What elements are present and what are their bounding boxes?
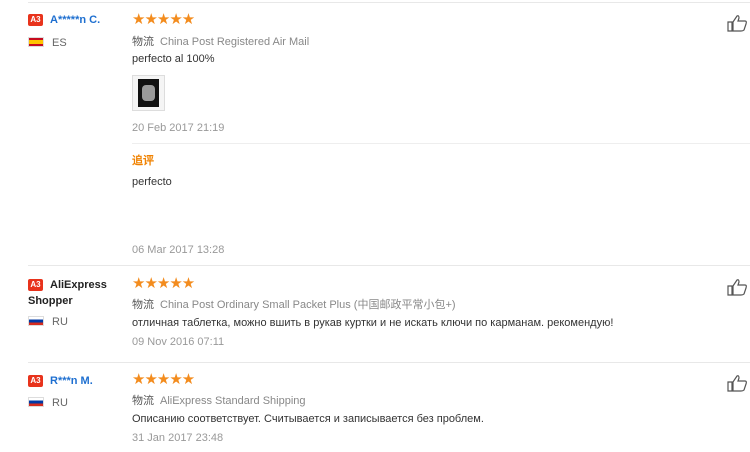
reviewer-country: ES: [28, 37, 67, 49]
reviewer-country: RU: [28, 397, 68, 409]
russia-flag-icon: [28, 397, 44, 407]
reviewer-name: AliExpress: [50, 279, 107, 291]
review-photo-thumbnail[interactable]: [132, 75, 165, 111]
additional-separator: [132, 143, 750, 144]
reviewer: A3 R***n M.: [28, 374, 93, 389]
shipping-method: China Post Registered Air Mail: [160, 36, 310, 48]
review-separator: [28, 362, 750, 363]
shipping-method: China Post Ordinary Small Packet Plus (中…: [160, 299, 456, 311]
shipping-info: 物流 AliExpress Standard Shipping: [132, 392, 306, 408]
thumbs-up-icon[interactable]: [726, 14, 748, 32]
thumbs-up-icon[interactable]: [726, 374, 748, 392]
additional-review-label: 追评: [132, 155, 154, 167]
reviewer-name[interactable]: A*****n C.: [50, 14, 100, 26]
spain-flag-icon: [28, 37, 44, 47]
review-date: 31 Jan 2017 23:48: [132, 432, 224, 444]
shipping-info: 物流 China Post Ordinary Small Packet Plus …: [132, 296, 456, 312]
reviewer: A3 A*****n C.: [28, 13, 100, 28]
additional-review-date: 06 Mar 2017 13:28: [132, 244, 225, 256]
reviewer-country: RU: [28, 316, 68, 328]
review-date: 09 Nov 2016 07:11: [132, 336, 225, 348]
review-text: perfecto al 100%: [132, 53, 215, 65]
thumbs-up-icon[interactable]: [726, 278, 748, 296]
shipping-label: 物流: [132, 36, 154, 48]
level-badge: A3: [28, 279, 43, 291]
review-date: 20 Feb 2017 21:19: [132, 122, 225, 134]
shipping-method: AliExpress Standard Shipping: [160, 395, 306, 407]
level-badge: A3: [28, 14, 43, 26]
shipping-label: 物流: [132, 395, 154, 407]
shipping-info: 物流 China Post Registered Air Mail: [132, 33, 309, 49]
rating-stars: ★★★★★: [132, 371, 195, 388]
rating-stars: ★★★★★: [132, 275, 195, 292]
review-text: отличная таблетка, можно вшить в рукав к…: [132, 317, 614, 329]
country-code: RU: [52, 397, 68, 409]
country-code: ES: [52, 37, 67, 49]
additional-review-text: perfecto: [132, 176, 172, 188]
country-code: RU: [52, 316, 68, 328]
reviewer-name-cont: Shopper: [28, 295, 73, 307]
reviewer: A3 AliExpress: [28, 278, 107, 293]
russia-flag-icon: [28, 316, 44, 326]
level-badge: A3: [28, 375, 43, 387]
reviewer-name[interactable]: R***n M.: [50, 375, 93, 387]
rating-stars: ★★★★★: [132, 11, 195, 28]
photo-image: [138, 79, 159, 107]
review-text: Описанию соответствует. Считывается и за…: [132, 413, 484, 425]
shipping-label: 物流: [132, 299, 154, 311]
reviewer-name-line2: Shopper: [28, 294, 73, 309]
review-separator: [28, 265, 750, 266]
review-separator: [28, 2, 750, 3]
